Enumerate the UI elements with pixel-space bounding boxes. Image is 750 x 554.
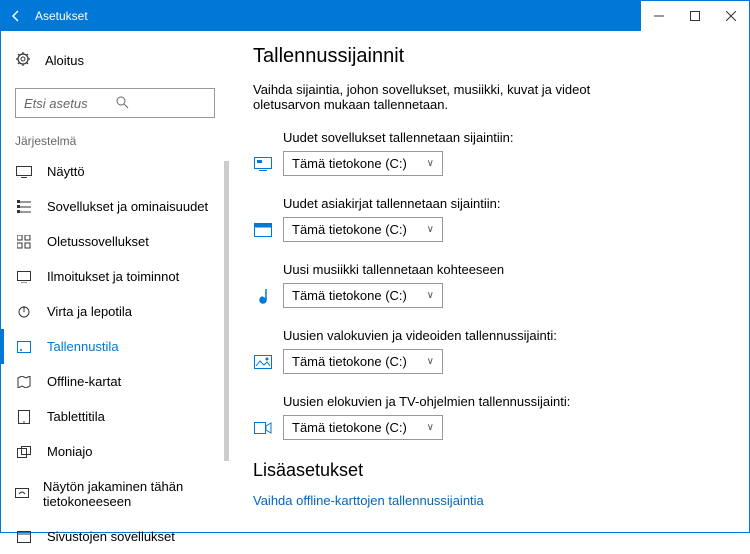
tablet-icon <box>15 410 33 424</box>
apps-save-icon <box>253 157 273 171</box>
sidebar-item-label: Näytön jakaminen tähän tietokoneeseen <box>43 479 215 509</box>
category-label: Järjestelmä <box>1 134 229 154</box>
sidebar: Aloitus Etsi asetus Järjestelmä Näyttö S… <box>1 31 229 532</box>
dropdown-value: Tämä tietokone (C:) <box>292 420 407 435</box>
documents-save-icon <box>253 223 273 237</box>
sidebar-item-offline-maps[interactable]: Offline-kartat <box>1 364 229 399</box>
chevron-down-icon: ∨ <box>427 422 434 433</box>
gear-icon <box>15 51 31 70</box>
setting-label: Uudet sovellukset tallennetaan sijaintii… <box>253 130 725 145</box>
sidebar-item-label: Virta ja lepotila <box>47 304 132 319</box>
back-button[interactable] <box>1 1 31 31</box>
photos-location-dropdown[interactable]: Tämä tietokone (C:) ∨ <box>283 349 443 374</box>
chevron-down-icon: ∨ <box>427 290 434 301</box>
setting-label: Uusien elokuvien ja TV-ohjelmien tallenn… <box>253 394 725 409</box>
sidebar-item-label: Näyttö <box>47 164 85 179</box>
apps-icon <box>15 200 33 214</box>
power-icon <box>15 305 33 319</box>
chevron-down-icon: ∨ <box>427 356 434 367</box>
search-input[interactable]: Etsi asetus <box>15 88 215 118</box>
chevron-down-icon: ∨ <box>427 224 434 235</box>
music-location-dropdown[interactable]: Tämä tietokone (C:) ∨ <box>283 283 443 308</box>
home-link[interactable]: Aloitus <box>1 43 229 78</box>
sidebar-item-label: Ilmoitukset ja toiminnot <box>47 269 179 284</box>
display-icon <box>15 166 33 178</box>
setting-label: Uusi musiikki tallennetaan kohteeseen <box>253 262 725 277</box>
storage-icon <box>15 341 33 353</box>
sidebar-item-tablet[interactable]: Tablettitila <box>1 399 229 434</box>
documents-location-dropdown[interactable]: Tämä tietokone (C:) ∨ <box>283 217 443 242</box>
movies-location-dropdown[interactable]: Tämä tietokone (C:) ∨ <box>283 415 443 440</box>
notifications-icon <box>15 271 33 283</box>
setting-photos: Uusien valokuvien ja videoiden tallennus… <box>253 328 725 374</box>
setting-label: Uudet asiakirjat tallennetaan sijaintiin… <box>253 196 725 211</box>
setting-movies: Uusien elokuvien ja TV-ohjelmien tallenn… <box>253 394 725 440</box>
sidebar-item-display[interactable]: Näyttö <box>1 154 229 189</box>
close-button[interactable] <box>713 1 749 31</box>
page-title: Tallennussijainnit <box>253 45 725 68</box>
search-placeholder: Etsi asetus <box>24 96 115 111</box>
music-save-icon <box>253 287 273 305</box>
main-content: Tallennussijainnit Vaihda sijaintia, joh… <box>229 31 749 532</box>
dropdown-value: Tämä tietokone (C:) <box>292 354 407 369</box>
projecting-icon <box>15 488 29 500</box>
setting-apps: Uudet sovellukset tallennetaan sijaintii… <box>253 130 725 176</box>
movies-save-icon <box>253 422 273 434</box>
sidebar-item-label: Oletussovellukset <box>47 234 149 249</box>
website-apps-icon <box>15 531 33 543</box>
window-title: Asetukset <box>35 9 641 23</box>
window-controls <box>641 1 749 31</box>
setting-documents: Uudet asiakirjat tallennetaan sijaintiin… <box>253 196 725 242</box>
default-apps-icon <box>15 235 33 249</box>
sidebar-item-label: Tallennustila <box>47 339 119 354</box>
sidebar-item-apps[interactable]: Sovellukset ja ominaisuudet <box>1 189 229 224</box>
chevron-down-icon: ∨ <box>427 158 434 169</box>
sidebar-item-label: Sivustojen sovellukset <box>47 529 175 544</box>
sidebar-item-label: Offline-kartat <box>47 374 121 389</box>
minimize-button[interactable] <box>641 1 677 31</box>
sidebar-item-label: Tablettitila <box>47 409 105 424</box>
sidebar-item-label: Moniajo <box>47 444 93 459</box>
titlebar: Asetukset <box>1 1 749 31</box>
sidebar-item-label: Sovellukset ja ominaisuudet <box>47 199 208 214</box>
search-icon <box>115 95 206 112</box>
maps-icon <box>15 376 33 388</box>
apps-location-dropdown[interactable]: Tämä tietokone (C:) ∨ <box>283 151 443 176</box>
photos-save-icon <box>253 355 273 369</box>
multitask-icon <box>15 446 33 458</box>
sidebar-item-multitask[interactable]: Moniajo <box>1 434 229 469</box>
home-label: Aloitus <box>45 53 84 68</box>
sidebar-item-storage[interactable]: Tallennustila <box>1 329 229 364</box>
sidebar-item-projecting[interactable]: Näytön jakaminen tähän tietokoneeseen <box>1 469 229 519</box>
offline-maps-link[interactable]: Vaihda offline-karttojen tallennussijain… <box>253 493 725 508</box>
maximize-button[interactable] <box>677 1 713 31</box>
dropdown-value: Tämä tietokone (C:) <box>292 288 407 303</box>
sidebar-item-website-apps[interactable]: Sivustojen sovellukset <box>1 519 229 554</box>
setting-label: Uusien valokuvien ja videoiden tallennus… <box>253 328 725 343</box>
sidebar-item-notifications[interactable]: Ilmoitukset ja toiminnot <box>1 259 229 294</box>
page-description: Vaihda sijaintia, johon sovellukset, mus… <box>253 82 633 112</box>
sidebar-item-default-apps[interactable]: Oletussovellukset <box>1 224 229 259</box>
dropdown-value: Tämä tietokone (C:) <box>292 222 407 237</box>
scrollbar[interactable] <box>224 161 229 461</box>
dropdown-value: Tämä tietokone (C:) <box>292 156 407 171</box>
sidebar-item-power[interactable]: Virta ja lepotila <box>1 294 229 329</box>
advanced-heading: Lisäasetukset <box>253 460 725 481</box>
setting-music: Uusi musiikki tallennetaan kohteeseen Tä… <box>253 262 725 308</box>
